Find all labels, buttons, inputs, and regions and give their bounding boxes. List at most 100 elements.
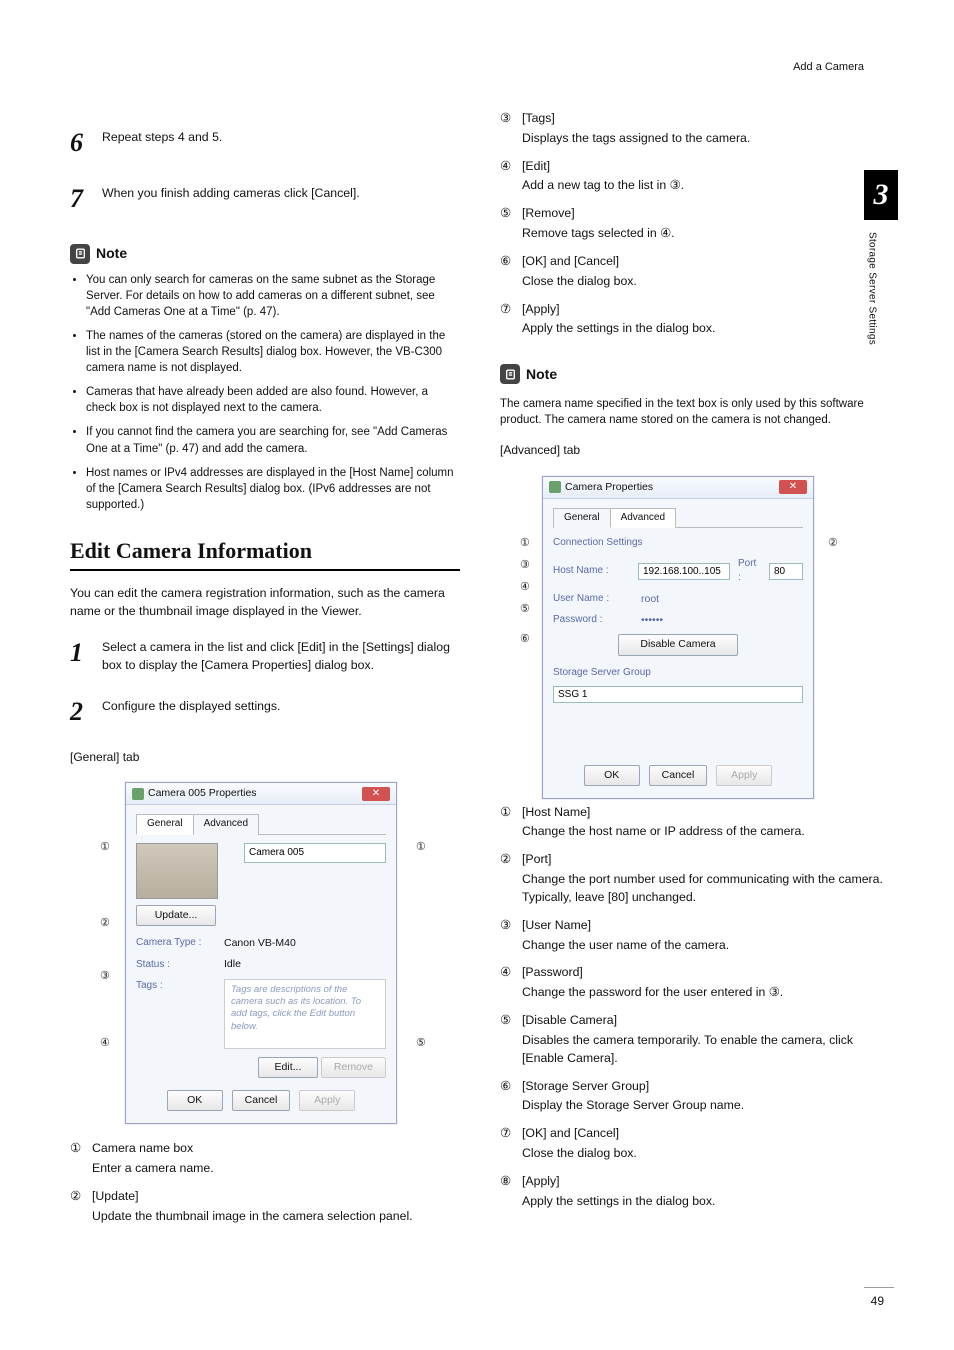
callout-1: ①: [520, 536, 530, 552]
close-icon[interactable]: ✕: [779, 480, 807, 494]
def-term: [User Name]: [522, 917, 729, 935]
def-num: ⑦: [500, 301, 516, 339]
tab-general[interactable]: General: [136, 814, 194, 835]
def-desc: Apply the settings in the dialog box.: [522, 1193, 715, 1211]
def-num: ②: [70, 1188, 86, 1226]
disable-camera-button[interactable]: Disable Camera: [618, 634, 738, 655]
def-desc: Disables the camera temporarily. To enab…: [522, 1032, 890, 1068]
note-icon: [500, 364, 520, 384]
cancel-button[interactable]: Cancel: [232, 1090, 291, 1111]
cancel-button[interactable]: Cancel: [649, 765, 708, 786]
step-text: Select a camera in the list and click [E…: [102, 634, 460, 675]
def-num: ③: [500, 917, 516, 955]
window-icon: [549, 481, 561, 493]
dialog-titlebar: Camera Properties ✕: [543, 477, 813, 499]
def-num: ①: [500, 804, 516, 842]
def-num: ⑥: [500, 253, 516, 291]
edit-button[interactable]: Edit...: [258, 1057, 318, 1078]
def-num: ⑤: [500, 205, 516, 243]
close-icon[interactable]: ✕: [362, 787, 390, 801]
callout-5: ⑤: [416, 1036, 426, 1052]
def-desc: Add a new tag to the list in ③.: [522, 177, 684, 195]
dialog-title: Camera 005 Properties: [148, 786, 257, 801]
def-num: ④: [500, 158, 516, 196]
def-desc: Remove tags selected in ④.: [522, 225, 675, 243]
apply-button[interactable]: Apply: [299, 1090, 355, 1111]
chapter-tab: 3 Storage Server Settings: [864, 170, 898, 345]
def-desc: Change the port number used for communic…: [522, 871, 890, 907]
update-button[interactable]: Update...: [136, 905, 216, 926]
page-number: 49: [871, 1293, 884, 1310]
advanced-dialog: Camera Properties ✕ General Advanced Con…: [542, 476, 814, 800]
tab-advanced[interactable]: Advanced: [610, 508, 676, 529]
chapter-number: 3: [864, 170, 898, 220]
tab-advanced[interactable]: Advanced: [193, 814, 259, 835]
note-title: Note: [526, 364, 557, 384]
def-term: [OK] and [Cancel]: [522, 1125, 637, 1143]
def-term: [Tags]: [522, 110, 750, 128]
def-desc: Change the password for the user entered…: [522, 984, 783, 1002]
def-desc: Close the dialog box.: [522, 273, 637, 291]
tab-general[interactable]: General: [553, 508, 611, 529]
callout-1: ①: [100, 840, 110, 856]
callout-4: ④: [520, 580, 530, 596]
tags-area[interactable]: Tags are descriptions of the camera such…: [224, 979, 386, 1049]
tags-label: Tags :: [136, 979, 216, 994]
ok-button[interactable]: OK: [167, 1090, 223, 1111]
remove-button[interactable]: Remove: [321, 1057, 386, 1078]
step-text: Configure the displayed settings.: [102, 693, 460, 731]
host-name-input[interactable]: [638, 563, 730, 580]
step-number: 2: [70, 693, 94, 731]
camera-name-input[interactable]: [244, 843, 386, 863]
def-term: [Apply]: [522, 301, 715, 319]
general-tab-label: [General] tab: [70, 749, 460, 766]
step-text: When you finish adding cameras click [Ca…: [102, 180, 460, 218]
section-intro: You can edit the camera registration inf…: [70, 585, 460, 621]
def-num: ②: [500, 851, 516, 906]
advanced-dialog-figure: ① ③ ④ ⑤ ⑥ ② ⑦ ⑧ Camera Properties ✕: [500, 468, 890, 778]
definitions-general-cont: ③[Tags]Displays the tags assigned to the…: [500, 110, 890, 338]
note-list: You can only search for cameras on the s…: [70, 272, 460, 513]
note-item: Cameras that have already been added are…: [86, 384, 460, 416]
def-num: ⑤: [500, 1012, 516, 1067]
user-name-label: User Name :: [553, 592, 633, 607]
password-value: ••••••: [641, 613, 663, 628]
step-number: 1: [70, 634, 94, 675]
def-num: ④: [500, 964, 516, 1002]
user-name-value: root: [641, 592, 659, 607]
port-input[interactable]: [769, 563, 803, 580]
camera-thumbnail: [136, 843, 218, 899]
port-label: Port :: [738, 557, 761, 586]
callout-2: ②: [100, 916, 110, 932]
dialog-title: Camera Properties: [565, 480, 653, 495]
step-1: 1 Select a camera in the list and click …: [70, 634, 460, 675]
note-item: If you cannot find the camera you are se…: [86, 424, 460, 456]
def-desc: Change the user name of the camera.: [522, 937, 729, 955]
dialog-tabs: General Advanced: [136, 813, 386, 835]
def-term: Camera name box: [92, 1140, 214, 1158]
camera-type-value: Canon VB-M40: [224, 936, 296, 951]
note-item: You can only search for cameras on the s…: [86, 272, 460, 320]
status-label: Status :: [136, 958, 216, 973]
callout-4: ④: [100, 1036, 110, 1052]
def-term: [Update]: [92, 1188, 413, 1206]
def-num: ⑥: [500, 1078, 516, 1116]
ok-button[interactable]: OK: [584, 765, 640, 786]
callout-5: ⑤: [520, 602, 530, 618]
callout-6: ⑥: [520, 632, 530, 648]
def-term: [Storage Server Group]: [522, 1078, 744, 1096]
apply-button[interactable]: Apply: [716, 765, 772, 786]
def-term: [Apply]: [522, 1173, 715, 1191]
step-6: 6 Repeat steps 4 and 5.: [70, 124, 460, 162]
dialog-tabs: General Advanced: [553, 507, 803, 529]
def-term: [Disable Camera]: [522, 1012, 890, 1030]
def-num: ⑧: [500, 1173, 516, 1211]
def-desc: Change the host name or IP address of th…: [522, 823, 805, 841]
callout-1r: ①: [416, 840, 426, 856]
def-term: [Port]: [522, 851, 890, 869]
note-item: The names of the cameras (stored on the …: [86, 328, 460, 376]
general-dialog: Camera 005 Properties ✕ General Advanced: [125, 782, 397, 1124]
advanced-tab-label: [Advanced] tab: [500, 442, 890, 459]
def-term: [Remove]: [522, 205, 675, 223]
step-number: 7: [70, 180, 94, 218]
